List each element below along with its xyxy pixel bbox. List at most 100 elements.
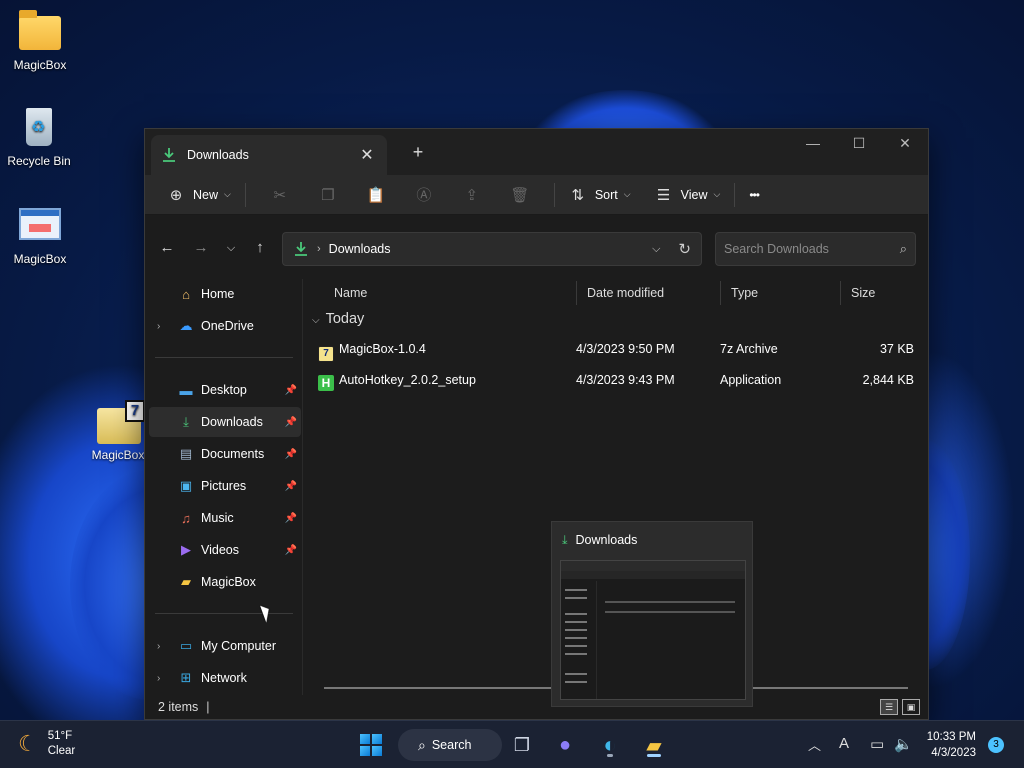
maximize-button[interactable]: ☐: [836, 129, 882, 159]
up-arrow-icon[interactable]: ↑: [250, 239, 270, 256]
file-name: MagicBox-1.0.4: [339, 342, 426, 356]
file-row[interactable]: H AutoHotkey_2.0.2_setup 4/3/2023 9:43 PM…: [314, 366, 918, 396]
7z-archive-icon: 7: [95, 400, 145, 444]
sidebar-item-onedrive[interactable]: › ☁ OneDrive: [149, 311, 301, 341]
notification-badge[interactable]: 3: [988, 737, 1004, 753]
tab-downloads[interactable]: Downloads ✕: [151, 135, 387, 175]
cut-icon[interactable]: ✂: [256, 186, 304, 204]
more-icon: •••: [749, 187, 760, 202]
file-size: 2,844 KB: [862, 373, 914, 387]
desktop-icon-magicbox-app[interactable]: MagicBox: [2, 204, 78, 266]
thumbnail-window-preview: [560, 560, 746, 700]
desktop-icon-recycle-bin[interactable]: Recycle Bin: [1, 106, 77, 168]
volume-icon[interactable]: 🔈: [894, 735, 913, 753]
file-explorer-window: Downloads ✕ + — ☐ ✕ ⊕ New ⌵ ✂ ❐ 📋 Ⓐ ⇪ 🗑 …: [144, 128, 929, 720]
file-explorer-icon[interactable]: ▰: [638, 729, 670, 761]
moon-icon: ☾: [18, 731, 38, 756]
sidebar-item-desktop[interactable]: ▬ Desktop 📌: [149, 375, 301, 405]
forward-arrow-icon[interactable]: →: [191, 239, 211, 256]
taskbar-thumbnail-preview[interactable]: ⤓ Downloads: [551, 521, 753, 707]
sort-label: Sort: [594, 187, 618, 202]
group-header-today[interactable]: ⌵ Today: [312, 311, 364, 327]
details-view-icon[interactable]: ☰: [880, 699, 898, 715]
column-header-size[interactable]: Size: [840, 281, 920, 305]
paste-icon[interactable]: 📋: [352, 186, 400, 204]
search-icon: ⌕: [418, 736, 426, 753]
column-header-name[interactable]: Name: [324, 281, 570, 305]
search-input[interactable]: [724, 242, 900, 256]
sidebar-item-music[interactable]: ♫ Music 📌: [149, 503, 301, 533]
taskbar-search-button[interactable]: ⌕ Search: [398, 729, 502, 761]
sidebar-item-videos[interactable]: ▶ Videos 📌: [149, 535, 301, 565]
search-icon: ⌕: [899, 241, 907, 256]
desktop-icon-label: Recycle Bin: [7, 154, 71, 168]
chevron-down-icon: ⌵: [224, 189, 231, 199]
task-view-icon[interactable]: ❐: [506, 729, 538, 761]
clock[interactable]: 10:33 PM 4/3/2023: [927, 729, 976, 761]
input-indicator-icon[interactable]: A: [839, 735, 849, 752]
recent-locations-chevron-icon[interactable]: ⌵: [221, 242, 241, 255]
address-bar[interactable]: › Downloads ⌵ ↻: [282, 232, 702, 266]
thumbnail-title: Downloads: [575, 533, 638, 547]
new-tab-button[interactable]: +: [407, 141, 429, 163]
column-header-date-modified[interactable]: Date modified: [576, 281, 720, 305]
network-status-icon[interactable]: ▭: [870, 735, 884, 753]
view-list-icon: ☰: [656, 186, 671, 204]
large-icons-view-icon[interactable]: ▣: [902, 699, 920, 715]
music-icon: ♫: [181, 510, 191, 526]
file-date: 4/3/2023 9:43 PM: [576, 373, 675, 387]
weather-condition: Clear: [47, 745, 76, 757]
title-bar[interactable]: Downloads ✕ + — ☐ ✕: [145, 129, 928, 175]
share-icon[interactable]: ⇪: [448, 186, 496, 204]
desktop-icon-label: MagicBox: [13, 58, 67, 72]
plus-circle-icon: ⊕: [169, 186, 183, 204]
address-dropdown-icon[interactable]: ⌵: [652, 243, 660, 256]
file-row[interactable]: 7 MagicBox-1.0.4 4/3/2023 9:50 PM 7z Arch…: [314, 335, 918, 365]
sort-button[interactable]: ⇅ Sort ⌵: [565, 180, 635, 210]
close-window-button[interactable]: ✕: [882, 129, 928, 159]
sidebar-item-documents[interactable]: ▤ Documents 📌: [149, 439, 301, 469]
expand-chevron-icon[interactable]: ›: [157, 641, 160, 652]
view-button[interactable]: ☰ View ⌵: [651, 180, 725, 210]
show-hidden-icons-chevron-icon[interactable]: ︿: [808, 735, 821, 754]
view-label: View: [680, 187, 708, 202]
chat-icon[interactable]: ●: [549, 729, 581, 761]
picture-icon: ▣: [179, 478, 193, 493]
delete-icon[interactable]: 🗑: [496, 186, 544, 204]
sort-icon: ⇅: [571, 186, 585, 204]
expand-chevron-icon[interactable]: ›: [157, 321, 160, 332]
back-arrow-icon[interactable]: ←: [157, 239, 177, 256]
sidebar-item-magicbox[interactable]: ▰ MagicBox: [149, 567, 301, 597]
sidebar-item-label: Pictures: [201, 479, 247, 493]
sidebar-item-network[interactable]: › ⊞ Network: [149, 663, 301, 693]
tab-close-button[interactable]: ✕: [357, 145, 377, 165]
sidebar-item-downloads[interactable]: ⤓ Downloads 📌: [149, 407, 301, 437]
more-options-button[interactable]: •••: [745, 180, 763, 210]
file-date: 4/3/2023 9:50 PM: [576, 342, 675, 356]
column-header-type[interactable]: Type: [720, 281, 840, 305]
desktop-icon-magicbox-folder[interactable]: MagicBox: [2, 10, 78, 72]
edge-browser-icon[interactable]: ◐: [594, 729, 626, 761]
minimize-button[interactable]: —: [790, 129, 836, 159]
computer-icon: ▭: [179, 638, 193, 653]
search-box[interactable]: ⌕: [715, 232, 916, 266]
sidebar-item-home[interactable]: ⌂ Home: [149, 279, 301, 309]
taskbar: ☾ 51°F Clear ⌕ Search ❐ ● ◐ ▰ ︿ A ▭ 🔈 10…: [0, 720, 1024, 768]
navigation-bar: ← → ⌵ ↑ › Downloads ⌵ ↻ ⌕: [145, 215, 928, 283]
sidebar-item-my-computer[interactable]: › ▭ My Computer: [149, 631, 301, 661]
new-button[interactable]: ⊕ New ⌵: [163, 180, 235, 210]
expand-chevron-icon[interactable]: ›: [157, 673, 160, 684]
sidebar-item-pictures[interactable]: ▣ Pictures 📌: [149, 471, 301, 501]
sidebar-item-label: Home: [201, 287, 235, 301]
refresh-icon[interactable]: ↻: [678, 240, 691, 258]
copy-icon[interactable]: ❐: [304, 186, 352, 204]
pin-icon: 📌: [284, 544, 297, 556]
clock-time: 10:33 PM: [926, 731, 976, 743]
recycle-bin-icon: [16, 106, 62, 148]
weather-widget[interactable]: ☾ 51°F Clear: [18, 729, 75, 759]
windows-logo-icon: [360, 734, 382, 756]
network-icon: ⊞: [180, 670, 192, 685]
rename-icon[interactable]: Ⓐ: [400, 184, 448, 205]
start-button[interactable]: [355, 729, 387, 761]
breadcrumb-downloads[interactable]: Downloads: [329, 242, 652, 256]
